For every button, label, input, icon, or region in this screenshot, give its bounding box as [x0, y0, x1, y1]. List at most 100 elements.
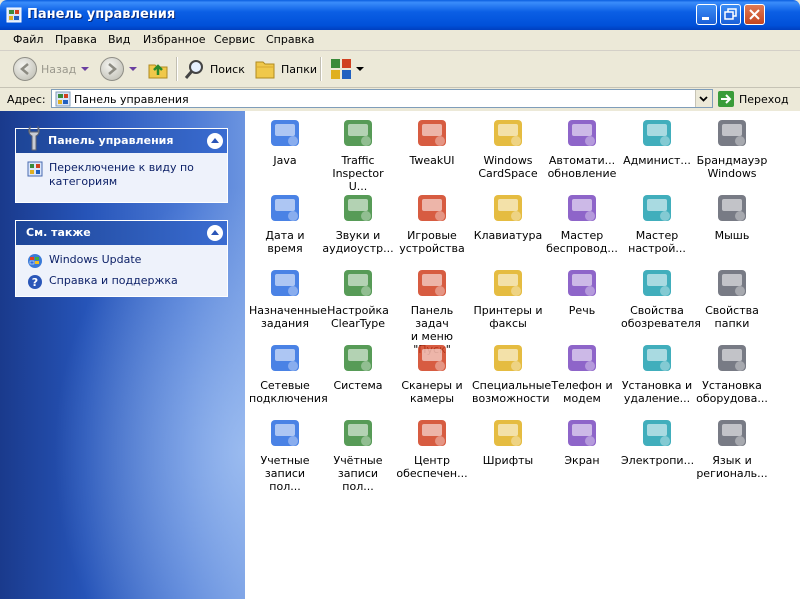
control-panel-item-label: Язык и региональ... — [696, 454, 768, 480]
control-panel-item[interactable]: Свойства папки — [696, 265, 768, 330]
control-panel-item-label: Система — [333, 379, 383, 392]
scheduled-tasks-icon — [271, 270, 299, 296]
windows-update-link[interactable]: Windows Update — [27, 253, 141, 269]
control-panel-task-header[interactable]: Панель управления — [16, 125, 227, 153]
maximize-button[interactable] — [720, 4, 741, 25]
control-panel-item-label: Админист... — [623, 154, 691, 167]
control-panel-item[interactable]: Речь — [546, 265, 618, 317]
collapse-icon[interactable] — [207, 133, 223, 149]
address-label: Адрес: — [7, 93, 46, 106]
control-panel-item[interactable]: Язык и региональ... — [696, 415, 768, 480]
control-panel-item[interactable]: Принтеры и факсы — [472, 265, 544, 330]
control-panel-item[interactable]: Назначенные задания — [249, 265, 327, 330]
switch-category-view-link[interactable]: Переключение к виду по категориям — [27, 161, 209, 189]
address-input[interactable]: Панель управления — [51, 89, 713, 108]
category-view-icon — [27, 161, 43, 177]
control-panel-item[interactable]: Телефон и модем — [546, 340, 618, 405]
help-support-link[interactable]: ? Справка и поддержка — [27, 274, 178, 290]
control-panel-item[interactable]: Свойства обозревателя — [621, 265, 701, 330]
control-panel-item[interactable]: Шрифты — [472, 415, 544, 467]
views-button[interactable] — [330, 55, 364, 83]
control-panel-item[interactable]: Сканеры и камеры — [396, 340, 468, 405]
firewall-icon — [718, 120, 746, 146]
control-panel-item[interactable]: Windows CardSpace — [472, 115, 544, 180]
control-panel-item-label: Звуки и аудиоустр... — [322, 229, 394, 255]
control-panel-item[interactable]: Установка и удаление... — [621, 340, 693, 405]
control-panel-item-label: Специальные возможности — [472, 379, 552, 405]
control-panel-item[interactable]: Электропи... — [621, 415, 695, 467]
control-panel-item[interactable]: Мышь — [696, 190, 768, 242]
forward-button[interactable] — [100, 55, 137, 83]
control-panel-item-label: Настройка ClearType — [327, 304, 389, 330]
control-panel-item[interactable]: Звуки и аудиоустр... — [322, 190, 394, 255]
menu-favorites[interactable]: Избранное — [143, 33, 205, 46]
minimize-icon — [702, 17, 709, 20]
speech-icon — [568, 270, 596, 296]
control-panel-item[interactable]: Игровые устройства — [396, 190, 468, 255]
internet-options-icon — [643, 270, 671, 296]
control-panel-item[interactable]: Специальные возможности — [472, 340, 552, 405]
minimize-button[interactable] — [696, 4, 717, 25]
up-button[interactable] — [146, 55, 170, 83]
regional-icon — [718, 420, 746, 446]
wrench-icon — [28, 125, 40, 151]
see-also-header[interactable]: См. также — [16, 221, 227, 245]
control-panel-item[interactable]: Брандмауэр Windows — [696, 115, 768, 180]
toolbar-separator — [176, 57, 178, 81]
menu-tools[interactable]: Сервис — [214, 33, 255, 46]
control-panel-item-label: Дата и время — [265, 229, 305, 255]
close-button[interactable] — [744, 4, 765, 25]
control-panel-item-label: Электропи... — [621, 454, 695, 467]
control-panel-item-label: Шрифты — [482, 454, 534, 467]
control-panel-item[interactable]: TweakUI — [396, 115, 468, 167]
menu-file[interactable]: Файл — [13, 33, 43, 46]
display-icon — [568, 420, 596, 446]
control-panel-item[interactable]: Учетные записи пол... — [249, 415, 321, 493]
menu-edit[interactable]: Правка — [55, 33, 97, 46]
control-panel-item[interactable]: Java — [249, 115, 321, 167]
back-button[interactable]: Назад — [13, 55, 90, 83]
search-icon — [184, 60, 203, 79]
control-panel-item[interactable]: Установка оборудова... — [696, 340, 768, 405]
control-panel-item[interactable]: Traffic Inspector U... — [322, 115, 394, 193]
menu-help[interactable]: Справка — [266, 33, 314, 46]
control-panel-item-label: Брандмауэр Windows — [696, 154, 768, 180]
go-button[interactable]: Переход — [718, 90, 798, 108]
control-panel-task-box: Панель управления Переключение к виду по… — [15, 125, 228, 203]
control-panel-item[interactable]: Экран — [546, 415, 618, 467]
control-panel-item[interactable]: Мастер беспровод... — [546, 190, 618, 255]
control-panel-item-label: Речь — [568, 304, 596, 317]
control-panel-item-label: Центр обеспечен... — [396, 454, 468, 480]
control-panel-item[interactable]: Админист... — [621, 115, 693, 167]
control-panel-item-label: Игровые устройства — [399, 229, 465, 255]
control-panel-item[interactable]: Клавиатура — [472, 190, 544, 242]
control-panel-item[interactable]: Центр обеспечен... — [396, 415, 468, 480]
task-pane: Панель управления Переключение к виду по… — [0, 111, 245, 599]
collapse-icon[interactable] — [207, 225, 223, 241]
address-dropdown-button[interactable] — [695, 90, 712, 107]
control-panel-item[interactable]: Мастер настрой... — [621, 190, 693, 255]
control-panel-item[interactable]: Учётные записи пол... — [322, 415, 394, 493]
control-panel-item-label: Свойства обозревателя — [621, 304, 701, 330]
control-panel-item-label: Автомати... обновление — [547, 154, 617, 180]
control-panel-item[interactable]: Дата и время — [249, 190, 321, 255]
restore-icon — [724, 8, 737, 20]
menu-view[interactable]: Вид — [108, 33, 130, 46]
network-connections-icon — [271, 345, 299, 371]
toolbar-separator — [320, 57, 322, 81]
user-accounts-lock-icon — [344, 420, 372, 446]
control-panel-item-label: Принтеры и факсы — [473, 304, 543, 330]
control-panel-item[interactable]: Сетевые подключения — [249, 340, 328, 405]
control-panel-item[interactable]: Автомати... обновление — [546, 115, 618, 180]
back-dropdown-icon[interactable] — [81, 67, 90, 71]
control-panel-item-label: Свойства папки — [705, 304, 759, 330]
title-bar[interactable]: Панель управления — [0, 0, 800, 30]
folders-button[interactable]: Папки — [253, 55, 317, 83]
back-arrow-icon — [13, 57, 37, 81]
control-panel-item[interactable]: Настройка ClearType — [322, 265, 394, 330]
control-panel-item[interactable]: Система — [322, 340, 394, 392]
forward-dropdown-icon[interactable] — [129, 67, 137, 71]
windows-update-icon — [28, 254, 42, 268]
search-button[interactable]: Поиск — [184, 55, 245, 83]
views-dropdown-icon[interactable] — [356, 67, 364, 71]
